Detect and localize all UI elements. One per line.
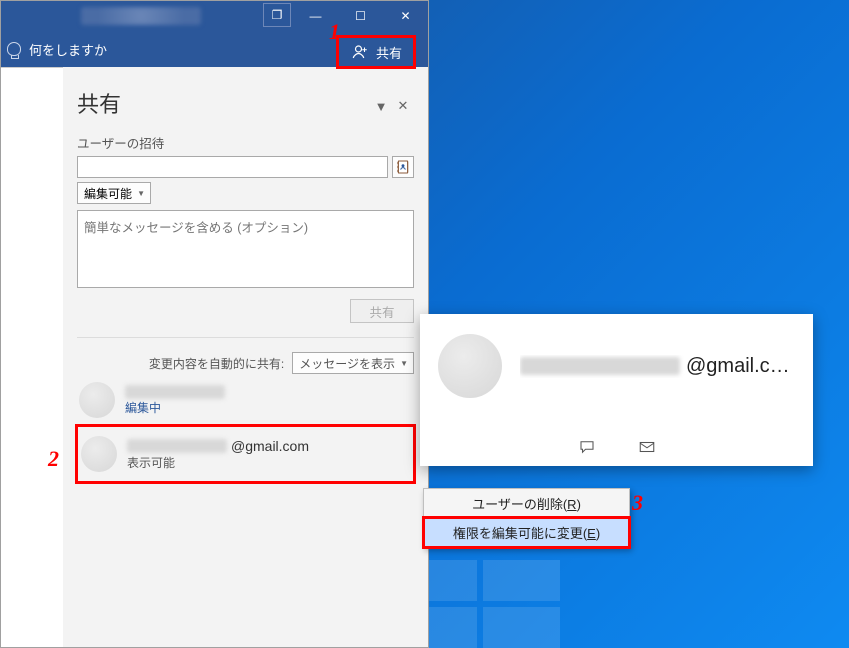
invite-label: ユーザーの招待 bbox=[77, 133, 414, 152]
auto-share-label: 変更内容を自動的に共有: bbox=[149, 355, 284, 372]
word-window: ❐ — ☐ ✕ 何をしますか 共有 1 共有 ▼ ✕ ユーザーの招待 bbox=[0, 0, 429, 648]
divider bbox=[77, 337, 414, 338]
menu-item-change-to-editable[interactable]: 権限を編集可能に変更(E) bbox=[424, 518, 629, 547]
menu-item-remove-user[interactable]: ユーザーの削除(R) bbox=[424, 489, 629, 518]
ribbon-display-options-button[interactable]: ❐ bbox=[263, 3, 291, 27]
avatar bbox=[79, 382, 115, 418]
user-status[interactable]: 編集中 bbox=[125, 399, 225, 416]
annotation-1: 1 bbox=[329, 19, 340, 45]
user-email-suffix: @gmail.com bbox=[231, 438, 309, 454]
share-submit-button[interactable]: 共有 bbox=[350, 299, 414, 323]
user-name-blurred bbox=[125, 385, 225, 399]
mail-icon[interactable] bbox=[637, 438, 657, 456]
share-pane: 共有 ▼ ✕ ユーザーの招待 編集可能 共有 bbox=[63, 73, 428, 647]
contact-email-suffix: @gmail.c… bbox=[686, 355, 790, 378]
share-pane-title: 共有 bbox=[77, 83, 370, 129]
contact-card: @gmail.c… bbox=[420, 314, 813, 466]
annotation-2: 2 bbox=[48, 446, 59, 472]
pane-close-button[interactable]: ✕ bbox=[392, 95, 414, 117]
share-person-icon bbox=[350, 43, 370, 61]
title-bar: ❐ — ☐ ✕ bbox=[1, 1, 428, 31]
address-book-button[interactable] bbox=[392, 156, 414, 178]
share-button-label: 共有 bbox=[376, 43, 402, 62]
annotation-3: 3 bbox=[632, 490, 643, 516]
permission-select[interactable]: 編集可能 bbox=[77, 182, 151, 204]
avatar bbox=[438, 334, 502, 398]
chat-icon[interactable] bbox=[577, 438, 597, 456]
invite-users-input[interactable] bbox=[77, 156, 388, 178]
auto-share-selected-value: メッセージを表示 bbox=[299, 357, 395, 371]
permission-selected-value: 編集可能 bbox=[84, 185, 132, 202]
document-title-blurred bbox=[81, 7, 201, 25]
document-area bbox=[1, 67, 63, 647]
contact-name-blurred bbox=[520, 357, 680, 375]
message-textarea[interactable] bbox=[77, 210, 414, 288]
shared-user-row[interactable]: 編集中 bbox=[77, 374, 414, 426]
close-window-button[interactable]: ✕ bbox=[383, 1, 428, 31]
avatar bbox=[81, 436, 117, 472]
context-menu: ユーザーの削除(R) 権限を編集可能に変更(E) bbox=[423, 488, 630, 548]
shared-user-row[interactable]: @gmail.com 表示可能 bbox=[77, 426, 414, 482]
auto-share-select[interactable]: メッセージを表示 bbox=[292, 352, 414, 374]
lightbulb-icon bbox=[7, 42, 21, 56]
address-book-icon bbox=[395, 159, 411, 175]
user-status: 表示可能 bbox=[127, 454, 309, 471]
pane-options-button[interactable]: ▼ bbox=[370, 95, 392, 117]
user-name-blurred bbox=[127, 439, 227, 453]
maximize-button[interactable]: ☐ bbox=[338, 1, 383, 31]
tell-me-input[interactable]: 何をしますか bbox=[29, 40, 107, 59]
share-button[interactable]: 共有 bbox=[338, 37, 414, 67]
